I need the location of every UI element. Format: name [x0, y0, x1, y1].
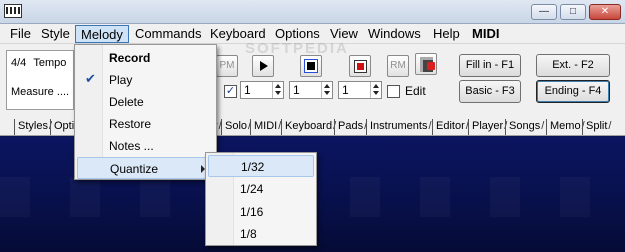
play-icon[interactable] [252, 55, 274, 77]
menu-quantize[interactable]: Quantize [77, 157, 214, 179]
ext-button[interactable]: Ext. - F2 [536, 54, 610, 77]
quantize-1-32[interactable]: 1/32 [208, 155, 314, 177]
keyboard-app-icon[interactable] [4, 4, 22, 18]
tab-keyboard[interactable]: Keyboard [281, 119, 339, 135]
spin-field-1[interactable]: 1 [240, 81, 284, 99]
loop-checkbox[interactable]: ✓ [224, 85, 237, 98]
check-icon: ✔ [85, 71, 96, 86]
menu-file[interactable]: File [5, 25, 36, 43]
tempo-label: Tempo [33, 57, 67, 69]
tab-instruments[interactable]: Instruments [366, 119, 435, 135]
menu-record[interactable]: Record [77, 47, 214, 69]
ending-button[interactable]: Ending - F4 [536, 80, 610, 103]
title-bar: — □ ✕ [0, 0, 625, 24]
quantize-1-24[interactable]: 1/24 [208, 178, 314, 200]
menu-delete[interactable]: Delete [77, 91, 214, 113]
basic-button[interactable]: Basic - F3 [459, 80, 521, 103]
menu-style[interactable]: Style [36, 25, 75, 43]
edit-checkbox[interactable] [387, 85, 400, 98]
melody-menu: Record ✔ Play Delete Restore Notes ... Q… [74, 44, 217, 180]
spin-arrows-icon[interactable] [272, 82, 283, 98]
tab-player[interactable]: Player [468, 119, 510, 135]
tab-split[interactable]: Split [582, 119, 614, 135]
minimize-button[interactable]: — [531, 4, 557, 20]
tab-songs[interactable]: Songs [505, 119, 547, 135]
rm-button[interactable]: RM [387, 55, 409, 77]
stop-icon[interactable] [300, 55, 322, 77]
quantize-1-8[interactable]: 1/8 [208, 223, 314, 245]
fill-in-button[interactable]: Fill in - F1 [459, 54, 521, 77]
tab-editor[interactable]: Editor [432, 119, 472, 135]
tab-styles[interactable]: Styles [14, 119, 55, 135]
spin-field-3[interactable]: 1 [338, 81, 382, 99]
menu-windows[interactable]: Windows [363, 25, 426, 43]
pm-button[interactable]: PM [216, 55, 238, 77]
tab-midi[interactable]: MIDI [250, 119, 284, 135]
status-panel: 4/4 Tempo Measure .... [6, 50, 74, 110]
save-disk-icon[interactable] [415, 53, 437, 75]
menu-notes[interactable]: Notes ... [77, 135, 214, 157]
menu-help[interactable]: Help [428, 25, 465, 43]
measure-label: Measure .... [11, 86, 70, 98]
restore-button[interactable]: □ [560, 4, 586, 20]
menu-play[interactable]: ✔ Play [77, 69, 214, 91]
quantize-submenu: 1/32 1/24 1/16 1/8 [205, 152, 317, 246]
spin-field-2[interactable]: 1 [289, 81, 333, 99]
spin-arrows-icon[interactable] [321, 82, 332, 98]
menu-melody[interactable]: Melody [75, 25, 129, 43]
quantize-1-16[interactable]: 1/16 [208, 201, 314, 223]
spin-arrows-icon[interactable] [370, 82, 381, 98]
menu-commands[interactable]: Commands [130, 25, 206, 43]
menu-restore[interactable]: Restore [77, 113, 214, 135]
record-icon[interactable] [349, 55, 371, 77]
menu-midi[interactable]: MIDI [467, 25, 504, 43]
edit-label: Edit [405, 84, 426, 98]
close-button[interactable]: ✕ [589, 4, 621, 20]
tab-pads[interactable]: Pads [334, 119, 370, 135]
time-signature: 4/4 [11, 57, 27, 69]
watermark: SOFTPEDIA [245, 40, 349, 57]
